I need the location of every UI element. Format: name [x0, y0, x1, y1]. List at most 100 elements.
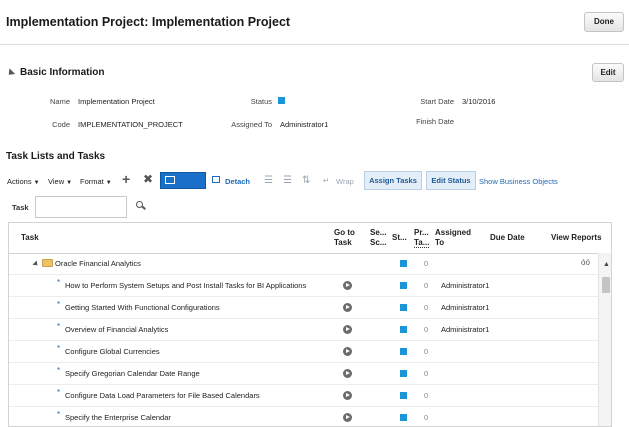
actions-menu[interactable]: Actions ▼ [7, 177, 40, 186]
go-to-task-icon[interactable] [343, 413, 352, 422]
task-name: Configure Data Load Parameters for File … [65, 391, 260, 400]
go-to-task-icon[interactable] [343, 281, 352, 290]
view-menu[interactable]: View ▼ [48, 177, 72, 186]
table-header: Task Go to Task Se... Sc... St... Pr... Ta.… [9, 223, 611, 254]
go-to-task-icon[interactable] [343, 325, 352, 334]
col-header-pr[interactable]: Pr... Ta... [414, 228, 430, 248]
delete-icon[interactable]: ✖ [143, 172, 153, 186]
col-header-se[interactable]: Se... Sc... [370, 228, 386, 248]
col-header-task[interactable]: Task [21, 233, 39, 243]
wrap-button[interactable]: Wrap [336, 177, 354, 186]
name-label: Name [49, 97, 70, 106]
table-row[interactable]: * Configure Data Load Parameters for Fil… [9, 385, 611, 407]
done-button[interactable]: Done [584, 12, 624, 32]
task-count: 0 [424, 391, 429, 400]
assigned-to-cell: Administrator1 [441, 281, 490, 290]
task-count: 0 [424, 303, 429, 312]
page-title: Implementation Project: Implementation P… [6, 15, 291, 29]
required-icon: * [57, 344, 61, 353]
task-name: How to Perform System Setups and Post In… [65, 281, 307, 290]
task-count: 0 [424, 369, 429, 378]
chevron-down-icon: ▼ [33, 180, 40, 186]
format-menu[interactable]: Format ▼ [80, 177, 112, 186]
name-value: Implementation Project [78, 97, 155, 106]
task-lists-title: Task Lists and Tasks [6, 151, 106, 162]
col-header-goto[interactable]: Go to Task [334, 228, 355, 248]
assigned-to-cell: Administrator1 [441, 325, 490, 334]
task-count: 0 [424, 259, 429, 268]
go-to-task-icon[interactable] [343, 391, 352, 400]
glasses-icon[interactable]: óó [581, 258, 590, 267]
finish-date-label: Finish Date [416, 117, 454, 126]
freeze-columns-button[interactable] [160, 172, 206, 189]
add-icon[interactable]: + [122, 171, 130, 187]
scroll-up-icon[interactable]: ▲ [603, 261, 610, 268]
required-icon: * [57, 300, 61, 309]
status-indicator [400, 392, 407, 399]
status-indicator [400, 348, 407, 355]
task-search-label: Task [12, 203, 29, 212]
status-indicator [400, 414, 407, 421]
required-icon: * [57, 410, 61, 419]
edit-button[interactable]: Edit [592, 63, 624, 82]
col-header-view-reports[interactable]: View Reports [551, 233, 602, 243]
task-count: 0 [424, 413, 429, 422]
col-header-due-date[interactable]: Due Date [490, 233, 525, 243]
start-date-label: Start Date [420, 97, 454, 106]
status-indicator [278, 97, 285, 104]
required-icon: * [57, 322, 61, 331]
task-count: 0 [424, 347, 429, 356]
outdent-icon[interactable]: ☰ [283, 175, 292, 186]
col-header-assigned-to[interactable]: Assigned To [435, 228, 471, 248]
expand-icon[interactable] [32, 260, 40, 268]
start-date-value: 3/10/2016 [462, 97, 496, 106]
required-icon: * [57, 366, 61, 375]
task-name: Configure Global Currencies [65, 347, 160, 356]
table-row[interactable]: Oracle Financial Analytics 0 óó [9, 253, 611, 275]
table-row[interactable]: * Specify the Enterprise Calendar 0 [9, 407, 611, 426]
table-row[interactable]: * How to Perform System Setups and Post … [9, 275, 611, 297]
header-divider [0, 44, 629, 45]
task-name: Getting Started With Functional Configur… [65, 303, 220, 312]
status-indicator [400, 282, 407, 289]
required-icon: * [57, 388, 61, 397]
task-name: Overview of Financial Analytics [65, 325, 169, 334]
basic-info-title: Basic Information [20, 67, 105, 78]
detach-icon [212, 176, 220, 183]
status-indicator [400, 370, 407, 377]
code-value: IMPLEMENTATION_PROJECT [78, 120, 183, 129]
assigned-to-cell: Administrator1 [441, 303, 490, 312]
assigned-to-value: Administrator1 [280, 120, 329, 129]
table-row[interactable]: * Configure Global Currencies 0 [9, 341, 611, 363]
task-name: Specify the Enterprise Calendar [65, 413, 171, 422]
status-indicator [400, 304, 407, 311]
edit-status-button[interactable]: Edit Status [426, 171, 476, 190]
show-business-objects-link[interactable]: Show Business Objects [479, 177, 558, 186]
vertical-scrollbar[interactable]: ▲ [598, 253, 611, 426]
go-to-task-icon[interactable] [343, 303, 352, 312]
status-indicator [400, 326, 407, 333]
task-search-input[interactable] [35, 196, 127, 218]
col-header-status[interactable]: St... [392, 233, 407, 243]
status-label: Status [250, 97, 272, 106]
table-row[interactable]: * Getting Started With Functional Config… [9, 297, 611, 319]
search-icon[interactable] [136, 201, 146, 210]
move-icon[interactable]: ⇅ [302, 175, 310, 186]
scrollbar-thumb[interactable] [602, 277, 610, 293]
basic-info-collapse-icon[interactable] [5, 68, 16, 78]
table-row[interactable]: * Specify Gregorian Calendar Date Range … [9, 363, 611, 385]
task-count: 0 [424, 325, 429, 334]
folder-icon [42, 259, 53, 267]
indent-icon[interactable]: ☰ [264, 175, 273, 186]
go-to-task-icon[interactable] [343, 369, 352, 378]
table-icon [165, 176, 175, 184]
go-to-task-icon[interactable] [343, 347, 352, 356]
required-icon: * [57, 278, 61, 287]
table-row[interactable]: * Overview of Financial Analytics 0 Admi… [9, 319, 611, 341]
assigned-to-label: Assigned To [231, 120, 272, 129]
task-list-name: Oracle Financial Analytics [55, 259, 141, 268]
assign-tasks-button[interactable]: Assign Tasks [364, 171, 422, 190]
chevron-down-icon: ▼ [105, 180, 112, 186]
detach-button[interactable]: Detach [225, 177, 250, 186]
wrap-icon: ↵ [323, 176, 330, 185]
